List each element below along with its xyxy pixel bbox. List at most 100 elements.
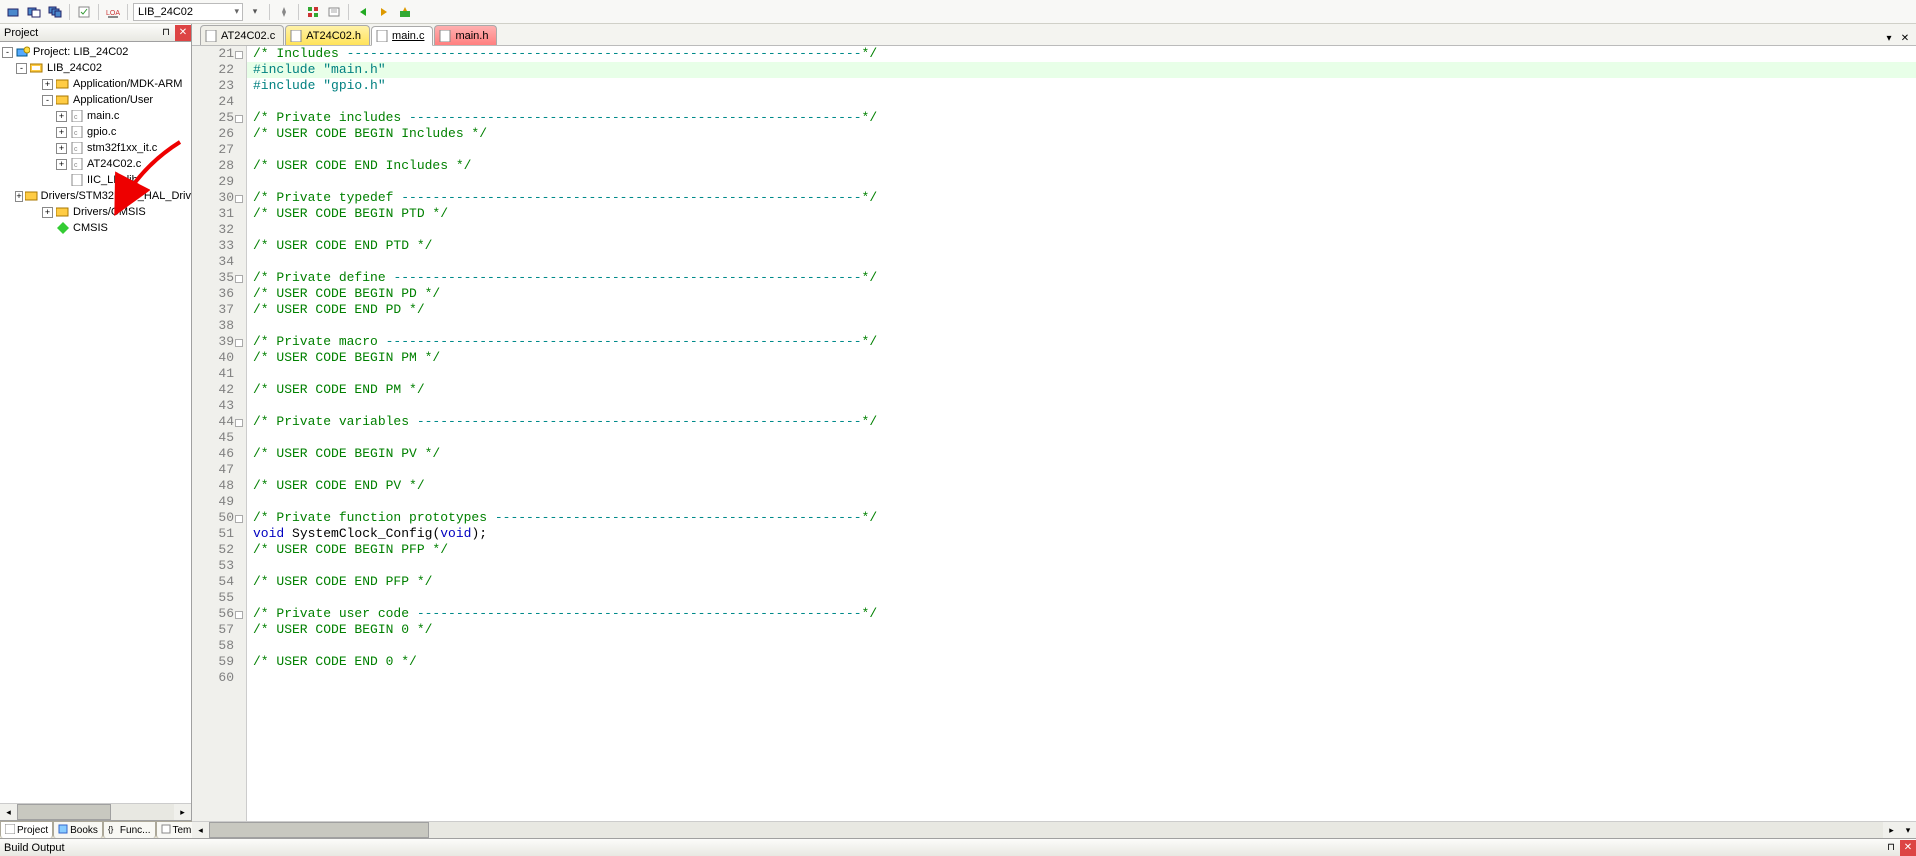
expand-icon[interactable]: +	[15, 191, 22, 202]
tree-target[interactable]: - LIB_24C02	[0, 60, 191, 76]
code-line[interactable]: /* USER CODE END PTD */	[247, 238, 1916, 254]
panel-close-btn[interactable]: ✕	[1900, 840, 1916, 856]
tree-item[interactable]: +Application/MDK-ARM	[0, 76, 191, 92]
file-tab-main-c[interactable]: main.c	[371, 26, 433, 46]
target-select[interactable]: LIB_24C02	[133, 3, 243, 21]
code-line[interactable]: /* USER CODE END 0 */	[247, 654, 1916, 670]
file-tab-AT24C02-h[interactable]: AT24C02.h	[285, 25, 370, 45]
code-line[interactable]	[247, 398, 1916, 414]
toolbar-btn-3[interactable]	[46, 3, 64, 21]
code-line[interactable]	[247, 670, 1916, 686]
code-line[interactable]: /* USER CODE END PFP */	[247, 574, 1916, 590]
pack-installer-btn[interactable]	[396, 3, 414, 21]
expand-icon[interactable]: +	[56, 159, 67, 170]
code-line[interactable]	[247, 366, 1916, 382]
toolbar-btn-1[interactable]	[4, 3, 22, 21]
options-btn[interactable]	[275, 3, 293, 21]
expand-icon[interactable]: -	[2, 47, 13, 58]
tree-item[interactable]: +cstm32f1xx_it.c	[0, 140, 191, 156]
code-line[interactable]: /* USER CODE BEGIN 0 */	[247, 622, 1916, 638]
download-btn[interactable]: LOAD	[104, 3, 122, 21]
expand-icon[interactable]: +	[56, 111, 67, 122]
code-line[interactable]: /* USER CODE END PM */	[247, 382, 1916, 398]
project-hscroll[interactable]: ◂ ▸	[0, 803, 191, 820]
code-line[interactable]: /* USER CODE BEGIN PM */	[247, 350, 1916, 366]
file-icon	[439, 30, 451, 42]
project-tree[interactable]: - Project: LIB_24C02 - LIB_24C02 +Applic…	[0, 42, 191, 803]
tab-list-btn[interactable]: ▾	[1882, 31, 1896, 45]
panel-pin-btn[interactable]: ⊓	[158, 25, 174, 41]
toolbar-btn-2[interactable]	[25, 3, 43, 21]
manage-rte-btn[interactable]	[304, 3, 322, 21]
expand-icon[interactable]: +	[56, 127, 67, 138]
bottom-tab-project[interactable]: Project	[0, 821, 53, 838]
expand-icon[interactable]: -	[16, 63, 27, 74]
code-line[interactable]: /* Private define ----------------------…	[247, 270, 1916, 286]
code-line[interactable]: /* USER CODE END PV */	[247, 478, 1916, 494]
code-line[interactable]: #include "gpio.h"	[247, 78, 1916, 94]
code-view[interactable]: /* Includes ----------------------------…	[247, 46, 1916, 821]
bottom-tab-func[interactable]: {}Func...	[103, 821, 156, 838]
expand-icon[interactable]: +	[42, 207, 53, 218]
code-line[interactable]	[247, 558, 1916, 574]
bottom-tab-books[interactable]: Books	[53, 821, 103, 838]
editor-hscroll[interactable]: ◂ ▸ ▾	[192, 821, 1916, 838]
nav-fwd-btn[interactable]	[375, 3, 393, 21]
code-line[interactable]: /* Private includes --------------------…	[247, 110, 1916, 126]
tree-item[interactable]: +Drivers/STM32F1xx_HAL_Driv	[0, 188, 191, 204]
code-line[interactable]: void SystemClock_Config(void);	[247, 526, 1916, 542]
tree-item[interactable]: -Application/User	[0, 92, 191, 108]
code-line[interactable]	[247, 462, 1916, 478]
build-btn[interactable]	[75, 3, 93, 21]
code-line[interactable]: /* USER CODE BEGIN PTD */	[247, 206, 1916, 222]
tree-item[interactable]: +cAT24C02.c	[0, 156, 191, 172]
code-line[interactable]	[247, 222, 1916, 238]
code-line[interactable]: /* USER CODE BEGIN PFP */	[247, 542, 1916, 558]
tab-close-btn[interactable]: ✕	[1898, 31, 1912, 45]
tree-item[interactable]: CMSIS	[0, 220, 191, 236]
scroll-track[interactable]	[209, 822, 1883, 838]
file-tab-AT24C02-c[interactable]: AT24C02.c	[200, 25, 284, 45]
code-line[interactable]: /* USER CODE END PD */	[247, 302, 1916, 318]
code-line[interactable]: /* Private variables -------------------…	[247, 414, 1916, 430]
nav-back-btn[interactable]	[354, 3, 372, 21]
code-line[interactable]: #include "main.h"	[247, 62, 1916, 78]
code-line[interactable]: /* Private function prototypes ---------…	[247, 510, 1916, 526]
code-line[interactable]	[247, 430, 1916, 446]
expand-icon[interactable]: -	[42, 95, 53, 106]
code-line[interactable]	[247, 494, 1916, 510]
expand-icon[interactable]: +	[42, 79, 53, 90]
code-line[interactable]: /* Includes ----------------------------…	[247, 46, 1916, 62]
code-line[interactable]: /* Private typedef ---------------------…	[247, 190, 1916, 206]
scroll-left-btn[interactable]: ◂	[0, 804, 17, 820]
code-line[interactable]	[247, 142, 1916, 158]
code-line[interactable]: /* USER CODE BEGIN PV */	[247, 446, 1916, 462]
scroll-right-btn[interactable]: ▸	[174, 804, 191, 820]
code-line[interactable]: /* USER CODE BEGIN PD */	[247, 286, 1916, 302]
code-line[interactable]	[247, 174, 1916, 190]
scroll-down-btn[interactable]: ▾	[1900, 822, 1916, 838]
file-tab-main-h[interactable]: main.h	[434, 25, 497, 45]
scroll-track[interactable]	[17, 804, 174, 820]
tree-root[interactable]: - Project: LIB_24C02	[0, 44, 191, 60]
scroll-right-btn[interactable]: ▸	[1883, 822, 1900, 838]
expand-icon[interactable]: +	[56, 143, 67, 154]
batch-btn[interactable]	[325, 3, 343, 21]
panel-close-btn[interactable]: ✕	[175, 25, 191, 41]
code-line[interactable]	[247, 318, 1916, 334]
code-line[interactable]	[247, 254, 1916, 270]
code-line[interactable]: /* Private user code -------------------…	[247, 606, 1916, 622]
tree-item[interactable]: +Drivers/CMSIS	[0, 204, 191, 220]
code-line[interactable]	[247, 590, 1916, 606]
tree-item[interactable]: IIC_LIB.lib	[0, 172, 191, 188]
code-line[interactable]: /* Private macro -----------------------…	[247, 334, 1916, 350]
code-line[interactable]	[247, 94, 1916, 110]
code-line[interactable]: /* USER CODE BEGIN Includes */	[247, 126, 1916, 142]
tree-item[interactable]: +cgpio.c	[0, 124, 191, 140]
panel-pin-btn[interactable]: ⊓	[1883, 840, 1899, 856]
code-line[interactable]	[247, 638, 1916, 654]
code-line[interactable]: /* USER CODE END Includes */	[247, 158, 1916, 174]
scroll-left-btn[interactable]: ◂	[192, 822, 209, 838]
tree-item[interactable]: +cmain.c	[0, 108, 191, 124]
toolbar-dd-btn[interactable]: ▾	[246, 3, 264, 21]
